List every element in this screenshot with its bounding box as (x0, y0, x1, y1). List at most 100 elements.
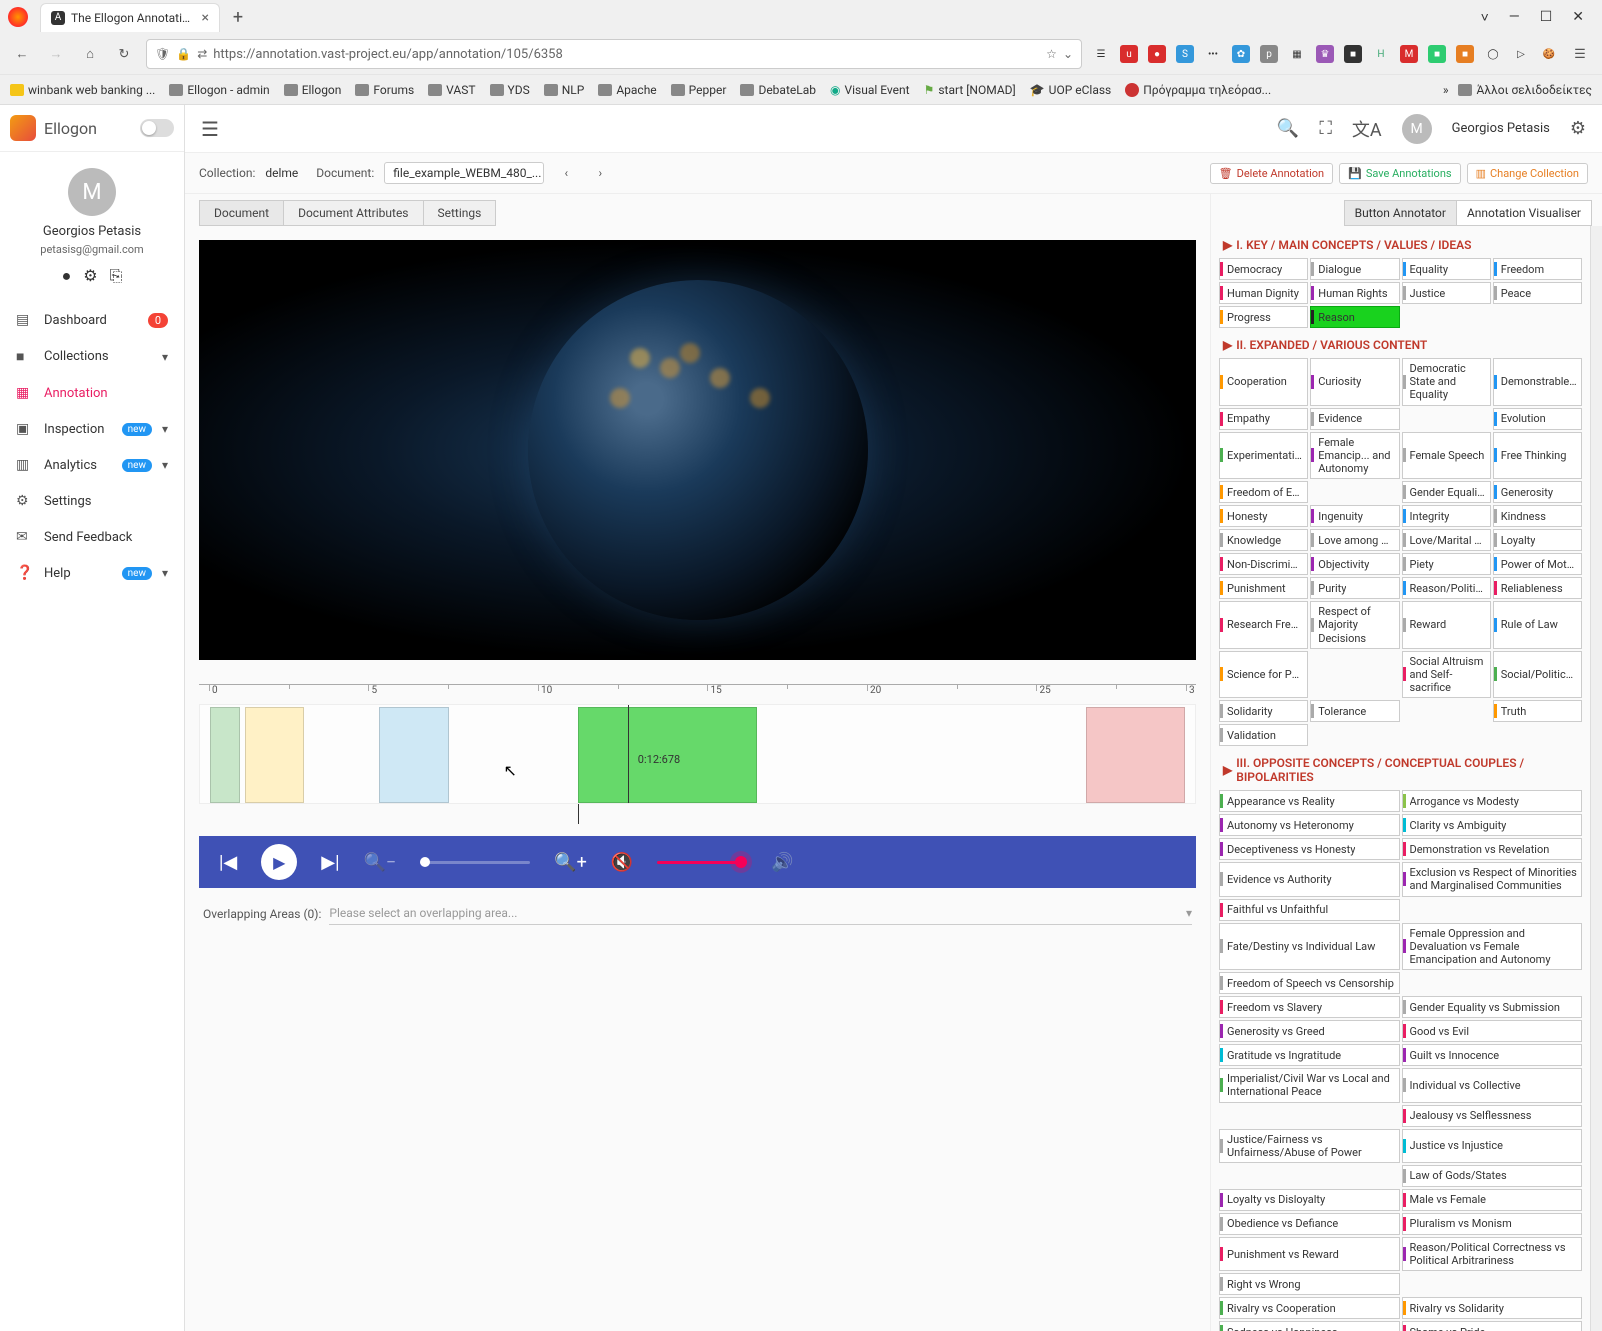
concept-chip[interactable]: Arrogance vs Modesty (1402, 790, 1583, 812)
tab-button-annotator[interactable]: Button Annotator (1344, 200, 1457, 226)
concept-chip[interactable]: Love/Marital Love (1402, 529, 1491, 551)
overflow-button[interactable]: » (1443, 83, 1449, 97)
bookmark-visual-event[interactable]: ◉Visual Event (830, 83, 910, 97)
concept-chip[interactable]: Non-Discrimination (1219, 553, 1308, 575)
mute-icon[interactable]: 🔇 (611, 852, 633, 873)
home-button[interactable]: ⌂ (78, 42, 102, 66)
abp-icon[interactable]: ● (1148, 45, 1166, 63)
concept-chip[interactable]: Love among Sibli... (1310, 529, 1399, 551)
doc-next-button[interactable]: › (588, 161, 612, 185)
concept-chip[interactable]: Loyalty (1493, 529, 1582, 551)
concept-chip[interactable]: Ingenuity (1310, 505, 1399, 527)
concept-chip[interactable]: Autonomy vs Heteronomy (1219, 814, 1400, 836)
concept-chip[interactable]: Female Speech (1402, 432, 1491, 480)
pocket-icon[interactable]: ⌄ (1063, 47, 1073, 61)
bookmark-programma[interactable]: Πρόγραμμα τηλεόρασ... (1125, 83, 1271, 97)
concept-chip[interactable]: Female Oppression and Devaluation vs Fem… (1402, 923, 1583, 971)
sidebar-item-inspection[interactable]: ▣ Inspection new ▾ (0, 411, 184, 447)
logout-icon[interactable]: ⎘ (110, 266, 123, 286)
translate-icon[interactable]: 文A (1352, 116, 1382, 142)
section-header-2[interactable]: ▶II. EXPANDED / VARIOUS CONTENT (1219, 332, 1582, 358)
ext-s-icon[interactable]: S (1176, 45, 1194, 63)
zoom-in-icon[interactable]: 🔍+ (554, 852, 587, 873)
concept-chip[interactable]: Reason/Political Correctness vs Politica… (1402, 1237, 1583, 1271)
timeline-tracks[interactable]: 0:12:678 ↖ (199, 704, 1196, 804)
star-icon[interactable]: ☆ (1046, 47, 1057, 61)
concept-chip[interactable]: Freedom of Speech vs Censorship (1219, 972, 1400, 994)
ext-circ-icon[interactable]: ◯ (1484, 45, 1502, 63)
concept-chip[interactable]: Reason (1310, 306, 1399, 328)
concept-chip[interactable]: Respect of Majority Decisions (1310, 601, 1399, 649)
concept-chip[interactable]: Kindness (1493, 505, 1582, 527)
concept-chip[interactable]: Punishment vs Reward (1219, 1237, 1400, 1271)
hamburger-icon[interactable]: ☰ (201, 117, 219, 141)
avatar-sm[interactable]: M (1402, 114, 1432, 144)
chevron-down-icon[interactable]: ˅ (1481, 9, 1489, 26)
menu-button[interactable]: ☰ (1568, 42, 1592, 66)
other-bookmarks[interactable]: Άλλοι σελιδοδείκτες (1458, 83, 1592, 97)
sidebar-item-settings[interactable]: ⚙ Settings (0, 483, 184, 519)
doc-prev-button[interactable]: ‹ (554, 161, 578, 185)
sidebar-item-dashboard[interactable]: ▤ Dashboard 0 (0, 302, 184, 338)
concept-chip[interactable]: Tolerance (1310, 700, 1399, 722)
concept-chip[interactable]: Individual vs Collective (1402, 1068, 1583, 1102)
concept-chip[interactable]: Male vs Female (1402, 1189, 1583, 1211)
ext-dark-icon[interactable]: ■ (1344, 45, 1362, 63)
section-header-1[interactable]: ▶I. KEY / MAIN CONCEPTS / VALUES / IDEAS (1219, 232, 1582, 258)
ext-hvid-icon[interactable]: H (1372, 45, 1390, 63)
concept-chip[interactable]: Pluralism vs Monism (1402, 1213, 1583, 1235)
minimize-button[interactable]: — (1509, 9, 1520, 26)
ext-o-icon[interactable]: ■ (1456, 45, 1474, 63)
bookmark-nomad[interactable]: ⚑start [NOMAD] (924, 83, 1016, 97)
concept-chip[interactable]: Justice (1402, 282, 1491, 304)
sidebar-item-feedback[interactable]: ✉ Send Feedback (0, 519, 184, 555)
concept-chip[interactable]: Purity (1310, 577, 1399, 599)
concept-chip[interactable]: Evidence (1310, 408, 1399, 430)
concept-chip[interactable]: Human Dignity (1219, 282, 1308, 304)
concept-chip[interactable]: Integrity (1402, 505, 1491, 527)
concept-chip[interactable]: Imperialist/Civil War vs Local and Inter… (1219, 1068, 1400, 1102)
timeline-mini[interactable] (199, 804, 1196, 824)
concept-chip[interactable]: Social Altruism and Self-sacrifice (1402, 651, 1491, 699)
concept-chip[interactable]: Exclusion vs Respect of Minorities and M… (1402, 862, 1583, 896)
forward-button[interactable]: → (44, 42, 68, 66)
concept-chip[interactable]: Piety (1402, 553, 1491, 575)
concept-chip[interactable]: Freedom of Expre... (1219, 481, 1308, 503)
profile-icon[interactable]: ● (62, 266, 72, 286)
ext-g-icon[interactable]: ■ (1428, 45, 1446, 63)
bookmark-forums[interactable]: Forums (355, 83, 414, 97)
concept-chip[interactable]: Rivalry vs Solidarity (1402, 1297, 1583, 1319)
ext-gear-icon[interactable]: ✿ (1232, 45, 1250, 63)
close-window-button[interactable]: ✕ (1572, 9, 1584, 26)
concept-chip[interactable]: Reward (1402, 601, 1491, 649)
concept-chip[interactable]: Appearance vs Reality (1219, 790, 1400, 812)
ext-grid-icon[interactable]: ▦ (1288, 45, 1306, 63)
concept-chip[interactable]: Rule of Law (1493, 601, 1582, 649)
bookmark-ellogon[interactable]: Ellogon (284, 83, 342, 97)
timeline-segment[interactable] (210, 707, 240, 803)
concept-chip[interactable]: Equality (1402, 258, 1491, 280)
bookmark-debatelab[interactable]: DebateLab (740, 83, 816, 97)
volume-slider[interactable] (657, 861, 747, 864)
sidebar-item-collections[interactable]: ■ Collections ▾ (0, 338, 184, 375)
bookmark-pepper[interactable]: Pepper (671, 83, 727, 97)
concept-chip[interactable]: Curiosity (1310, 358, 1399, 406)
tab-close-icon[interactable]: × (202, 10, 209, 26)
concept-chip[interactable]: Freedom (1493, 258, 1582, 280)
overlap-select[interactable]: Please select an overlapping area... ▾ (329, 902, 1192, 925)
concept-chip[interactable]: Cooperation (1219, 358, 1308, 406)
playhead[interactable] (628, 705, 629, 803)
concept-chip[interactable]: Peace (1493, 282, 1582, 304)
concept-chip[interactable]: Research Freedom (1219, 601, 1308, 649)
tab-annotation-visualiser[interactable]: Annotation Visualiser (1457, 200, 1592, 226)
concept-chip[interactable]: Jealousy vs Selflessness (1402, 1105, 1583, 1127)
tab-document[interactable]: Document (199, 200, 284, 226)
concept-chip[interactable]: Faithful vs Unfaithful (1219, 899, 1400, 921)
concept-chip[interactable]: Honesty (1219, 505, 1308, 527)
ublock-icon[interactable]: u (1120, 45, 1138, 63)
skip-back-button[interactable]: |◀ (219, 852, 237, 873)
sidebar-item-help[interactable]: ❓ Help new ▾ (0, 555, 184, 591)
concept-chip[interactable]: Truth (1493, 700, 1582, 722)
concept-chip[interactable]: Freedom vs Slavery (1219, 996, 1400, 1018)
concept-chip[interactable]: Power of Motherh... (1493, 553, 1582, 575)
